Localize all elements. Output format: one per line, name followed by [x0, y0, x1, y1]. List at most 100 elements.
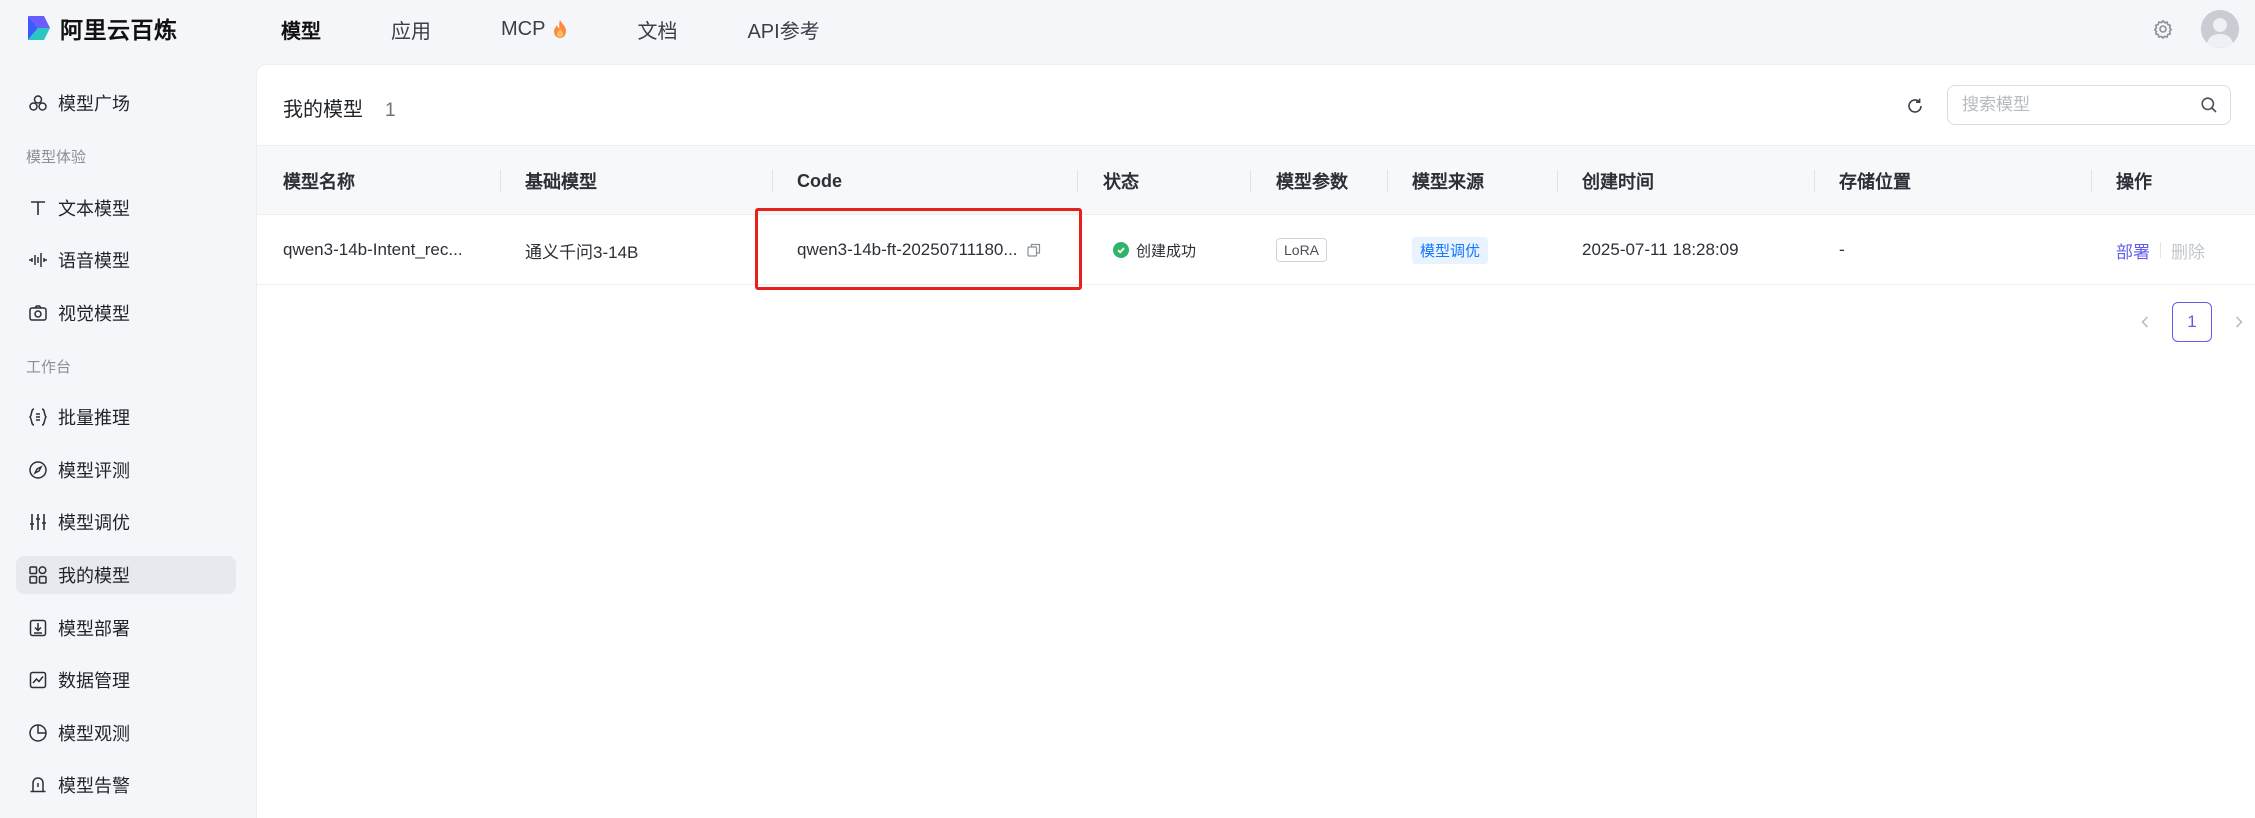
deploy-link[interactable]: 部署 — [2116, 238, 2150, 263]
nav-docs-label: 文档 — [637, 20, 678, 43]
column-divider — [500, 170, 501, 192]
sidebar-item-model-square[interactable]: 模型广场 — [16, 84, 236, 122]
column-header-code: Code — [797, 170, 842, 191]
refresh-icon — [1908, 98, 1922, 113]
text-icon — [28, 198, 48, 218]
page-number[interactable]: 1 — [2172, 302, 2212, 342]
sidebar-item-data-management[interactable]: 数据管理 — [16, 661, 236, 699]
sidebar-item-batch-inference[interactable]: 批量推理 — [16, 398, 236, 436]
column-divider — [1814, 170, 1815, 192]
user-avatar-icon — [2201, 10, 2239, 48]
sidebar-item-model-observation[interactable]: 模型观测 — [16, 714, 236, 752]
column-header-storage: 存储位置 — [1839, 172, 1911, 192]
next-page-button[interactable] — [2224, 302, 2254, 342]
sidebar-item-label: 模型观测 — [58, 724, 130, 744]
nav-mcp[interactable]: MCP — [501, 18, 567, 41]
success-check-icon — [1113, 242, 1129, 258]
sidebar-item-text-model[interactable]: 文本模型 — [16, 189, 236, 227]
model-square-icon — [28, 93, 48, 113]
main-panel: 我的模型 1 模型名称 基础模型 Code 状态 模型参数 模型来源 创建时间 … — [256, 64, 2255, 818]
nav-apps-label: 应用 — [391, 20, 431, 43]
search-box — [1947, 85, 2231, 125]
nav-models[interactable]: 模型 — [281, 15, 321, 44]
nav-docs[interactable]: 文档 — [637, 15, 677, 44]
column-divider — [772, 170, 773, 192]
column-header-model-name: 模型名称 — [283, 172, 355, 192]
cell-source: 模型调优 — [1412, 215, 1489, 285]
nav-api-reference-label: API参考 — [747, 20, 820, 43]
nav-models-label: 模型 — [281, 20, 321, 43]
column-header-status: 状态 — [1103, 172, 1139, 192]
column-header-params: 模型参数 — [1276, 172, 1348, 192]
page-title: 我的模型 — [283, 99, 363, 121]
annotation-highlight-box — [755, 208, 1082, 290]
refresh-button[interactable] — [1902, 93, 1928, 119]
pagination: 1 — [2130, 302, 2254, 342]
gear-icon — [2153, 19, 2173, 39]
sidebar-group-workbench: 工作台 — [26, 359, 72, 376]
sidebar-item-voice-model[interactable]: 语音模型 — [16, 241, 236, 279]
nav-mcp-label: MCP — [501, 17, 546, 40]
nav-api-reference[interactable]: API参考 — [747, 15, 819, 44]
top-right-actions — [2151, 0, 2255, 58]
source-tag: 模型调优 — [1412, 236, 1489, 264]
sidebar-item-my-models[interactable]: 我的模型 — [16, 556, 236, 594]
sidebar-group-experience: 模型体验 — [26, 149, 87, 166]
cell-base-model: 通义千问3-14B — [525, 242, 639, 262]
cell-actions: 部署 删除 — [2116, 215, 2205, 285]
params-tag: LoRA — [1276, 238, 1328, 262]
sidebar-item-label: 文本模型 — [58, 199, 130, 219]
top-bar: 阿里云百炼 模型 应用 MCP 文档 API参考 — [0, 0, 2255, 64]
brand-logo-icon — [28, 16, 50, 40]
action-divider — [2160, 242, 2161, 258]
camera-icon — [28, 303, 48, 323]
sidebar-item-label: 模型广场 — [58, 94, 130, 114]
top-nav: 模型 应用 MCP 文档 API参考 — [281, 0, 890, 58]
column-divider — [1250, 170, 1251, 192]
grid-icon — [28, 565, 48, 585]
column-header-source: 模型来源 — [1412, 172, 1484, 192]
sidebar-item-model-tuning[interactable]: 模型调优 — [16, 503, 236, 541]
brand[interactable]: 阿里云百炼 — [24, 12, 178, 44]
panel-header: 我的模型 1 — [283, 93, 396, 122]
search-input[interactable] — [1962, 95, 2200, 115]
chevron-right-icon — [2235, 316, 2243, 328]
status-text: 创建成功 — [1136, 242, 1197, 260]
sidebar-item-label: 模型告警 — [58, 776, 130, 796]
sidebar-item-label: 视觉模型 — [58, 304, 130, 324]
sidebar-item-label: 语音模型 — [58, 251, 130, 271]
sidebar-item-label: 模型评测 — [58, 461, 130, 481]
sidebar-item-label: 模型部署 — [58, 619, 130, 639]
alarm-icon — [28, 775, 48, 795]
column-header-actions: 操作 — [2116, 172, 2152, 192]
column-divider — [1077, 170, 1078, 192]
column-divider — [1387, 170, 1388, 192]
brand-name: 阿里云百炼 — [60, 17, 178, 43]
sidebar-item-model-deploy[interactable]: 模型部署 — [16, 609, 236, 647]
sidebar: 模型广场 模型体验 文本模型 语音模型 视觉模型 工作台 批量推理 模型评测 模… — [0, 64, 256, 818]
sidebar-item-label: 模型调优 — [58, 513, 130, 533]
compass-icon — [28, 460, 48, 480]
prev-page-button[interactable] — [2130, 302, 2160, 342]
column-divider — [2091, 170, 2092, 192]
voice-icon — [28, 250, 48, 270]
settings-button[interactable] — [2151, 17, 2175, 41]
sidebar-item-model-evaluation[interactable]: 模型评测 — [16, 451, 236, 489]
column-header-created: 创建时间 — [1582, 172, 1654, 192]
line-chart-icon — [28, 670, 48, 690]
table-row: qwen3-14b-Intent_rec... 通义千问3-14B qwen3-… — [257, 215, 2255, 285]
column-header-base-model: 基础模型 — [525, 172, 597, 192]
cell-model-name[interactable]: qwen3-14b-Intent_rec... — [283, 215, 463, 285]
sidebar-item-vision-model[interactable]: 视觉模型 — [16, 294, 236, 332]
sidebar-item-label: 我的模型 — [58, 566, 130, 586]
sliders-icon — [28, 512, 48, 532]
sidebar-item-label: 批量推理 — [58, 408, 130, 428]
cell-storage: - — [1839, 240, 1845, 259]
nav-apps[interactable]: 应用 — [391, 15, 431, 44]
sidebar-item-label: 数据管理 — [58, 671, 130, 691]
column-divider — [1557, 170, 1558, 192]
avatar[interactable] — [2201, 10, 2239, 48]
search-icon[interactable] — [2200, 96, 2218, 114]
braces-icon — [28, 407, 48, 427]
sidebar-item-model-alarm[interactable]: 模型告警 — [16, 766, 236, 804]
